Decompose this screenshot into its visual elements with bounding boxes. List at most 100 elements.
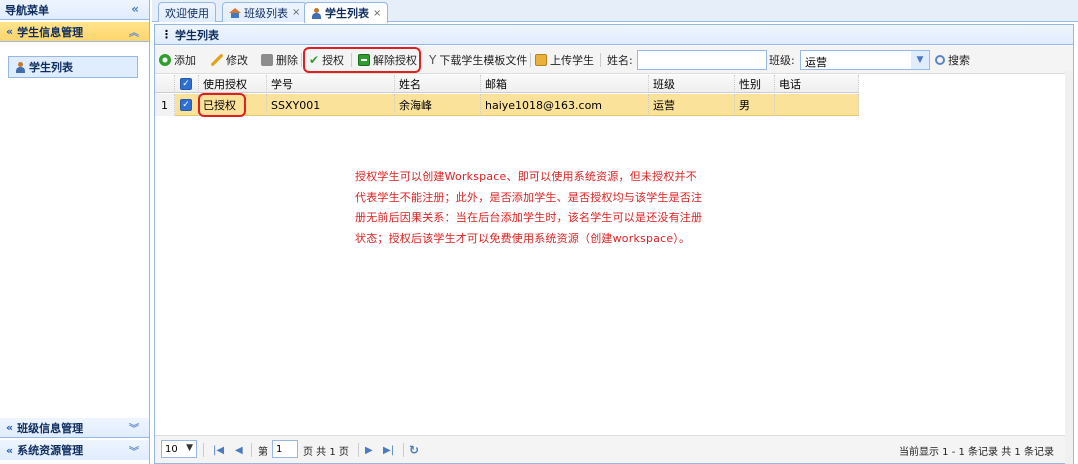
search-label: 搜索	[948, 54, 970, 67]
close-icon[interactable]: ×	[292, 7, 300, 18]
close-icon[interactable]: ×	[373, 8, 381, 19]
tab-label: 欢迎使用	[165, 6, 209, 20]
tab-label: 学生列表	[325, 7, 369, 20]
next-page-icon[interactable]: ▶	[365, 442, 373, 458]
panel-title-text: 学生列表	[175, 28, 219, 42]
home-icon	[229, 7, 241, 18]
toolbar-divider	[351, 53, 352, 67]
pager-divider	[251, 443, 252, 457]
name-search-input[interactable]	[637, 50, 767, 70]
authorize-button[interactable]: ✔ 授权	[309, 51, 344, 69]
column-header[interactable]: 姓名	[395, 75, 481, 93]
double-chevron-left-icon[interactable]: «	[131, 2, 139, 16]
search-icon	[935, 55, 945, 65]
double-chevron-left-icon: «	[6, 421, 14, 434]
chevron-down-icon[interactable]: ︾	[129, 420, 139, 435]
name-label: 姓名:	[607, 54, 633, 67]
person-icon	[15, 61, 26, 73]
column-header[interactable]: 学号	[267, 75, 395, 93]
row-number-header	[155, 75, 175, 93]
last-page-icon[interactable]: ▶|	[383, 442, 394, 458]
column-header[interactable]: 班级	[649, 75, 735, 93]
edit-button[interactable]: 修改	[211, 51, 248, 69]
pager-divider	[358, 443, 359, 457]
annotation-text: 授权学生可以创建Workspace、即可以使用系统资源，但未授权并不代表学生不能…	[355, 170, 703, 245]
main-area: 欢迎使用 班级列表 × 学生列表 × ⋮ 学生列表 添加 修改 删除 ✔ 授权 …	[152, 0, 1078, 464]
download-template-button[interactable]: Y 下载学生模板文件	[429, 51, 527, 69]
toolbar: 添加 修改 删除 ✔ 授权 解除授权 Y 下载学生模板文件 上传学生 姓名: 班…	[155, 46, 1073, 74]
pager-divider	[403, 443, 404, 457]
upload-label: 上传学生	[550, 54, 594, 67]
page-size-select[interactable]: 10 ▼	[161, 440, 197, 458]
revoke-authorization-button[interactable]: 解除授权	[358, 51, 417, 69]
row-number: 1	[155, 94, 175, 116]
phone-cell	[775, 94, 859, 116]
table-row[interactable]: 1 ✓ 已授权 SSXY001 余海峰 haiye1018@163.com 运营…	[155, 94, 859, 116]
upload-icon	[535, 54, 547, 66]
pencil-icon	[211, 54, 223, 66]
row-checkbox[interactable]: ✓	[175, 94, 199, 116]
first-page-icon[interactable]: |◀	[213, 442, 224, 458]
class-select-value: 运营	[805, 56, 827, 69]
delete-icon	[261, 54, 273, 66]
refresh-icon[interactable]: ↻	[409, 442, 419, 458]
accordion-class-info[interactable]: « 班级信息管理 ︾	[0, 418, 149, 438]
add-button[interactable]: 添加	[159, 51, 196, 69]
accordion-student-info[interactable]: « 学生信息管理 ︽	[0, 22, 149, 42]
nav-menu-title: 导航菜单	[5, 3, 49, 17]
page-number-input[interactable]: 1	[272, 440, 298, 458]
double-chevron-left-icon: «	[6, 25, 14, 38]
double-chevron-left-icon: «	[6, 443, 14, 457]
panel-title: ⋮ 学生列表	[155, 25, 1073, 45]
tab-welcome[interactable]: 欢迎使用	[158, 2, 216, 22]
checkbox-checked-icon: ✓	[180, 99, 192, 111]
chevron-down-icon[interactable]: ︾	[129, 443, 139, 458]
class-cell: 运营	[649, 94, 735, 116]
add-icon	[159, 54, 171, 66]
download-template-label: 下载学生模板文件	[439, 54, 528, 67]
chevron-down-icon: ▼	[186, 443, 193, 453]
vertical-dots-icon: ⋮	[161, 28, 172, 41]
toolbar-divider	[530, 53, 531, 67]
accordion-label: 系统资源管理	[17, 444, 84, 457]
tab-class-list[interactable]: 班级列表 ×	[222, 2, 308, 22]
tab-label: 班级列表	[244, 6, 288, 20]
page-prefix: 第	[258, 447, 268, 458]
page-size-value: 10	[165, 443, 178, 455]
student-id-cell: SSXY001	[267, 94, 395, 116]
accordion-label: 班级信息管理	[17, 421, 84, 435]
column-header[interactable]: 性别	[735, 75, 775, 93]
column-header[interactable]: 邮箱	[481, 75, 649, 93]
gender-cell: 男	[735, 94, 775, 116]
sidebar-item-label: 学生列表	[29, 61, 73, 74]
column-header[interactable]: 电话	[775, 75, 859, 93]
select-all-checkbox[interactable]: ✓	[175, 75, 199, 93]
nav-menu-header: 导航菜单 «	[0, 0, 149, 20]
download-icon: Y	[429, 53, 437, 67]
accordion-system-resource[interactable]: « 系统资源管理 ︾	[0, 440, 149, 460]
prev-page-icon[interactable]: ◀	[235, 442, 243, 458]
column-header[interactable]: 使用授权	[199, 75, 267, 93]
class-label: 班级:	[769, 54, 795, 67]
delete-button[interactable]: 删除	[261, 51, 298, 69]
nav-menu: 导航菜单 « « 学生信息管理 ︽ 学生列表 « 班级信息管理 ︾ « 系统资源…	[0, 0, 150, 464]
checkbox-checked-icon: ✓	[180, 78, 192, 90]
accordion-label: 学生信息管理	[17, 25, 84, 39]
sidebar-item-student-list[interactable]: 学生列表	[8, 56, 138, 78]
add-label: 添加	[174, 54, 196, 67]
search-button[interactable]: 搜索	[935, 51, 970, 69]
tab-student-list[interactable]: 学生列表 ×	[304, 2, 389, 23]
chevron-up-icon[interactable]: ︽	[129, 24, 139, 39]
class-select[interactable]: 运营 ▼	[800, 50, 930, 70]
toolbar-divider	[301, 53, 302, 67]
upload-students-button[interactable]: 上传学生	[535, 51, 594, 69]
person-icon	[311, 7, 322, 19]
vertical-scrollbar[interactable]	[1065, 71, 1073, 464]
grid-header: ✓ 使用授权 学号 姓名 邮箱 班级 性别 电话	[155, 75, 859, 93]
auth-status-cell: 已授权	[199, 94, 267, 116]
pager-divider	[203, 443, 204, 457]
minus-icon	[358, 54, 370, 66]
authorize-label: 授权	[322, 54, 345, 67]
chevron-down-icon[interactable]: ▼	[911, 51, 929, 69]
tab-bar: 欢迎使用 班级列表 × 学生列表 ×	[152, 0, 1078, 23]
